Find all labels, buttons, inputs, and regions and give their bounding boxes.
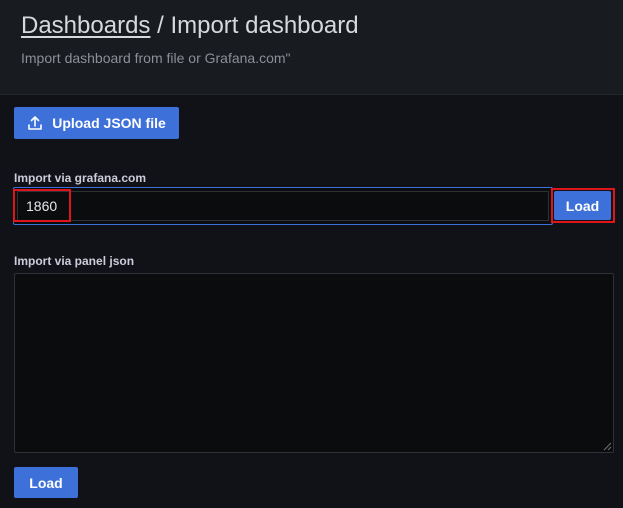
page-title: Dashboards / Import dashboard (21, 12, 359, 40)
breadcrumb-dashboards-link[interactable]: Dashboards (21, 12, 150, 39)
annotation-highlight-input (13, 189, 71, 222)
annotation-highlight-load (551, 188, 615, 223)
panel-json-textarea[interactable] (14, 273, 614, 453)
upload-json-button-label: Upload JSON file (52, 115, 166, 131)
upload-icon (28, 116, 43, 130)
grafana-id-input[interactable]: 1860 (17, 191, 549, 221)
page-title-text: Import dashboard (170, 12, 359, 39)
resize-grip-icon[interactable] (603, 442, 612, 451)
breadcrumb-separator: / (150, 12, 171, 39)
load-json-button[interactable]: Load (14, 467, 78, 498)
upload-json-button[interactable]: Upload JSON file (14, 107, 179, 139)
grafana-import-label: Import via grafana.com (14, 171, 147, 185)
page-header: Dashboards / Import dashboard Import das… (0, 0, 623, 95)
grafana-id-field[interactable]: 1860 (13, 187, 553, 225)
panel-json-label: Import via panel json (14, 254, 135, 268)
page-subtitle: Import dashboard from file or Grafana.co… (21, 50, 291, 66)
